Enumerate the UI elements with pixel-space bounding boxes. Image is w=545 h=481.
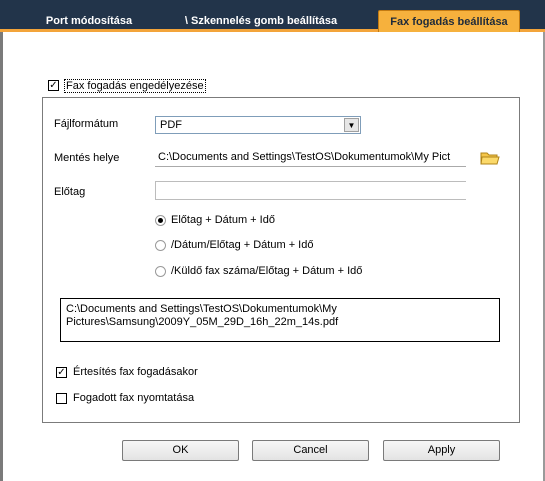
enable-fax-receive-label[interactable]: Fax fogadás engedélyezése [64,79,206,93]
tab-port-settings[interactable]: Port módosítása [34,10,144,32]
tab-fax-receive-settings[interactable]: Fax fogadás beállítása [378,10,520,32]
naming-option-sender-folder-label[interactable]: /Küldő fax száma/Előtag + Dátum + Idő [171,265,362,277]
apply-button[interactable]: Apply [383,440,500,461]
chevron-down-icon[interactable]: ▼ [344,118,359,132]
panel-left-border [0,32,3,481]
naming-option-prefix-date-time-label[interactable]: Előtag + Dátum + Idő [171,214,275,226]
notify-on-receive-checkbox[interactable]: ✓ [56,367,67,378]
filename-preview-box: C:\Documents and Settings\TestOS\Dokumen… [60,298,500,342]
save-location-label: Mentés helye [54,152,120,164]
notify-on-receive-label[interactable]: Értesítés fax fogadásakor [73,366,198,378]
enable-fax-receive-checkbox[interactable]: ✓ [48,80,59,91]
naming-option-prefix-date-time-radio[interactable] [155,215,166,226]
print-received-fax-label[interactable]: Fogadott fax nyomtatása [73,392,194,404]
tab-bar: Port módosítása \ Szkennelés gomb beállí… [0,0,545,32]
prefix-label: Előtag [54,186,86,198]
naming-option-date-folder-label[interactable]: /Dátum/Előtag + Dátum + Idő [171,239,313,251]
cancel-button[interactable]: Cancel [252,440,369,461]
naming-option-sender-folder-radio[interactable] [155,266,166,277]
tab-scan-button-settings[interactable]: \ Szkennelés gomb beállítása [156,10,366,32]
filename-preview-line-2: Pictures\Samsung\2009Y_05M_29D_16h_22m_1… [66,316,339,328]
prefix-input[interactable] [155,181,466,200]
folder-icon[interactable] [480,150,500,166]
naming-option-date-folder-radio[interactable] [155,240,166,251]
ok-button[interactable]: OK [122,440,239,461]
file-format-value: PDF [160,119,182,131]
print-received-fax-checkbox[interactable] [56,393,67,404]
file-format-select[interactable]: PDF ▼ [155,116,361,134]
filename-preview-line-1: C:\Documents and Settings\TestOS\Dokumen… [66,303,337,315]
save-location-field[interactable]: C:\Documents and Settings\TestOS\Dokumen… [155,148,466,167]
file-format-label: Fájlformátum [54,118,119,130]
